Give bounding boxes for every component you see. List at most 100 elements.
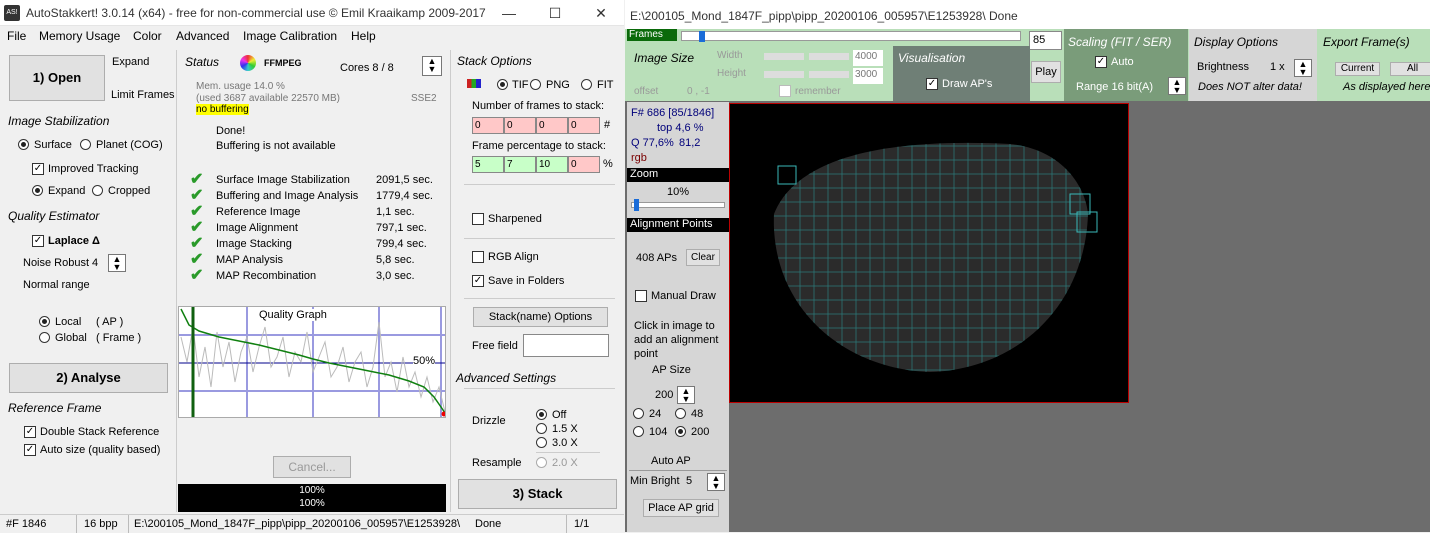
side-panel: F# 686 [85/1846] top 4,6 % Q 77,6% 81,2 …: [627, 102, 729, 532]
width-input[interactable]: 4000: [853, 50, 883, 66]
progress-text-2: 100%: [299, 498, 325, 509]
frame-slider[interactable]: [681, 31, 1021, 42]
remember-checkbox[interactable]: [779, 85, 791, 97]
height-slider-2[interactable]: [809, 71, 849, 78]
app-icon: AS!: [4, 5, 20, 21]
menu-memory-usage[interactable]: Memory Usage: [39, 29, 120, 43]
pct-input-3[interactable]: 10: [536, 156, 568, 173]
frame-count: #F 1846: [6, 518, 47, 530]
stack-button[interactable]: 3) Stack: [458, 479, 617, 509]
task-row: ✔ Image Alignment 797,1 sec.: [190, 219, 450, 236]
export-all-button[interactable]: All: [1390, 62, 1430, 76]
auto-scaling-label: Auto: [1111, 56, 1134, 68]
min-bright-spinner[interactable]: ▲ ▼: [707, 473, 725, 491]
divider: [536, 452, 600, 453]
pct-input-1[interactable]: 5: [472, 156, 504, 173]
divider: [464, 388, 615, 389]
frame-slider-handle[interactable]: [699, 31, 705, 42]
free-field-input[interactable]: [523, 334, 609, 357]
analyse-button[interactable]: 2) Analyse: [9, 363, 168, 393]
clear-aps-button[interactable]: Clear: [686, 249, 720, 266]
minimize-icon[interactable]: —: [486, 0, 532, 26]
play-button[interactable]: Play: [1031, 61, 1061, 83]
frames-input-1[interactable]: 0: [472, 117, 504, 134]
png-radio[interactable]: [530, 79, 541, 90]
save-folders-checkbox[interactable]: ✓: [472, 275, 484, 287]
task-row: ✔ Reference Image 1,1 sec.: [190, 203, 450, 220]
draw-aps-checkbox[interactable]: ✓: [926, 78, 938, 90]
menu-color[interactable]: Color: [133, 29, 162, 43]
width-slider[interactable]: [764, 53, 804, 60]
improved-tracking-checkbox[interactable]: ✓: [32, 163, 44, 175]
ap-24-label: 24: [649, 408, 662, 420]
sharpened-checkbox[interactable]: [472, 213, 484, 225]
planet-radio[interactable]: [80, 139, 91, 150]
frames-input-4[interactable]: 0: [568, 117, 600, 134]
brightness-spinner[interactable]: ▲ ▼: [1294, 59, 1312, 77]
frames-input-3[interactable]: 0: [536, 117, 568, 134]
divider: [629, 470, 727, 471]
resample-20-radio[interactable]: [536, 457, 547, 468]
tif-radio[interactable]: [497, 79, 508, 90]
ap-size-spinner[interactable]: ▲ ▼: [677, 386, 695, 404]
zoom-slider[interactable]: [631, 199, 725, 211]
double-stack-checkbox[interactable]: ✓: [24, 426, 36, 438]
height-input[interactable]: 3000: [853, 68, 883, 84]
ap-104-radio[interactable]: [633, 426, 644, 437]
stackname-options-button[interactable]: Stack(name) Options: [473, 307, 608, 327]
zoom-slider-handle[interactable]: [634, 199, 639, 211]
range-spinner[interactable]: ▲ ▼: [1168, 77, 1186, 95]
ap-200-radio[interactable]: [675, 426, 686, 437]
cores-spinner[interactable]: ▲ ▼: [422, 56, 442, 76]
limit-frames-label[interactable]: Limit Frames: [111, 89, 175, 101]
surface-radio[interactable]: [18, 139, 29, 150]
brightness-value: 1 x: [1270, 61, 1285, 73]
display-options-heading: Display Options: [1194, 35, 1279, 49]
mem-usage: Mem. usage 14.0 %: [196, 81, 285, 92]
drizzle-off-label: Off: [552, 409, 567, 421]
frames-input-2[interactable]: 0: [504, 117, 536, 134]
place-ap-grid-button[interactable]: Place AP grid: [643, 499, 719, 517]
rgb-align-checkbox[interactable]: [472, 251, 484, 263]
export-panel: Export Frame(s) Current All As displayed…: [1318, 29, 1430, 101]
zoom-heading: Zoom: [627, 168, 729, 182]
ap-24-radio[interactable]: [633, 408, 644, 419]
pct-input-2[interactable]: 7: [504, 156, 536, 173]
frame-number-input[interactable]: 85: [1029, 31, 1062, 50]
menu-advanced[interactable]: Advanced: [176, 29, 229, 43]
drizzle-30-radio[interactable]: [536, 437, 547, 448]
divider: [464, 184, 615, 185]
width-slider-2[interactable]: [809, 53, 849, 60]
fit-radio[interactable]: [581, 79, 592, 90]
manual-draw-checkbox[interactable]: [635, 290, 647, 302]
auto-scaling-checkbox[interactable]: ✓: [1095, 56, 1107, 68]
menu-image-calibration[interactable]: Image Calibration: [243, 29, 337, 43]
global-label: Global: [55, 332, 87, 344]
noise-robust-spinner[interactable]: ▲ ▼: [108, 254, 126, 272]
frame-image-view[interactable]: [729, 103, 1129, 403]
close-icon[interactable]: ✕: [578, 0, 624, 26]
open-button[interactable]: 1) Open: [9, 55, 105, 101]
drizzle-30-label: 3.0 X: [552, 437, 578, 449]
pct-input-4[interactable]: 0: [568, 156, 600, 173]
expand-radio[interactable]: [32, 185, 43, 196]
frames-tab[interactable]: Frames: [627, 29, 677, 41]
ap-48-radio[interactable]: [675, 408, 686, 419]
drizzle-off-radio[interactable]: [536, 409, 547, 420]
global-radio[interactable]: [39, 332, 50, 343]
drizzle-15-radio[interactable]: [536, 423, 547, 434]
expand-label[interactable]: Expand: [112, 56, 149, 68]
pct-sign-label: %: [603, 158, 613, 170]
reference-frame-heading: Reference Frame: [8, 401, 102, 415]
maximize-icon[interactable]: ☐: [532, 0, 578, 26]
local-radio[interactable]: [39, 316, 50, 327]
height-slider[interactable]: [764, 71, 804, 78]
export-current-button[interactable]: Current: [1335, 62, 1380, 76]
auto-size-checkbox[interactable]: ✓: [24, 444, 36, 456]
laplace-checkbox[interactable]: ✓: [32, 235, 44, 247]
quality-graph: Quality Graph 50%: [178, 306, 446, 418]
menu-help[interactable]: Help: [351, 29, 376, 43]
cancel-button[interactable]: Cancel...: [273, 456, 351, 478]
menu-file[interactable]: File: [7, 29, 26, 43]
cropped-radio[interactable]: [92, 185, 103, 196]
